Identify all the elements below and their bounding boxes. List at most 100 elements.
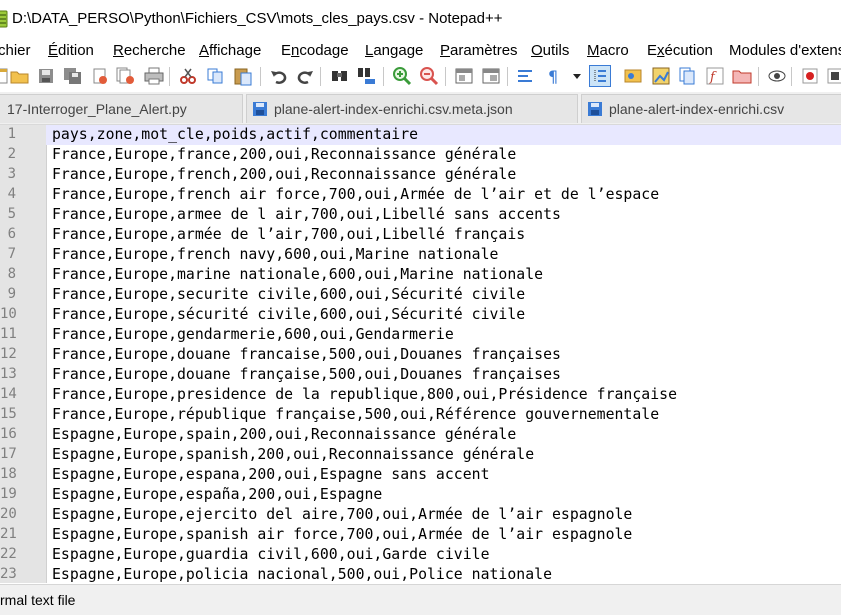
open-file-icon[interactable] bbox=[9, 65, 31, 87]
menu-parametres[interactable]: Paramètres bbox=[440, 42, 518, 59]
zoom-in-icon[interactable] bbox=[391, 65, 413, 87]
print-icon[interactable] bbox=[143, 65, 165, 87]
line-text[interactable]: Espagne,Europe,spain,200,oui,Reconnaissa… bbox=[52, 426, 516, 443]
copy-icon[interactable] bbox=[205, 65, 227, 87]
editor-line[interactable]: 20 Espagne,Europe,ejercito del aire,700,o… bbox=[0, 505, 841, 525]
editor-line[interactable]: 11 France,Europe,gendarmerie,600,oui,Gend… bbox=[0, 325, 841, 345]
close-icon[interactable] bbox=[89, 65, 111, 87]
editor-line[interactable]: 15 France,Europe,république française,500… bbox=[0, 405, 841, 425]
menu-label: dition bbox=[58, 42, 94, 59]
monitor-icon[interactable] bbox=[766, 65, 788, 87]
menu-modules[interactable]: Modules d'extens bbox=[729, 42, 841, 59]
tab-plane-alert-csv[interactable]: plane-alert-index-enrichi.csv bbox=[581, 94, 841, 123]
editor-line[interactable]: 9 France,Europe,securite civile,600,oui,S… bbox=[0, 285, 841, 305]
zoom-out-icon[interactable] bbox=[418, 65, 440, 87]
sync-horizontal-icon[interactable] bbox=[480, 65, 502, 87]
menu-affichage[interactable]: Affichage bbox=[199, 42, 261, 59]
word-wrap-icon[interactable] bbox=[515, 65, 537, 87]
save-icon[interactable] bbox=[35, 65, 57, 87]
tab-label: 17-Interroger_Plane_Alert.py bbox=[7, 101, 187, 117]
line-text[interactable]: France,Europe,marine nationale,600,oui,M… bbox=[52, 266, 543, 283]
editor-line[interactable]: 5 France,Europe,armee de l air,700,oui,Li… bbox=[0, 205, 841, 225]
editor-line[interactable]: 7 France,Europe,french navy,600,oui,Marin… bbox=[0, 245, 841, 265]
line-text[interactable]: France,Europe,presidence de la republiqu… bbox=[52, 386, 677, 403]
line-text[interactable]: France,Europe,french air force,700,oui,A… bbox=[52, 186, 659, 203]
editor-line[interactable]: 16 Espagne,Europe,spain,200,oui,Reconnais… bbox=[0, 425, 841, 445]
undo-icon[interactable] bbox=[268, 65, 290, 87]
line-text[interactable]: France,Europe,french,200,oui,Reconnaissa… bbox=[52, 166, 516, 183]
editor-line[interactable]: 21 Espagne,Europe,spanish air force,700,o… bbox=[0, 525, 841, 545]
show-all-chars-icon[interactable]: ¶ bbox=[542, 65, 564, 87]
status-file-type: rmal text file bbox=[0, 592, 76, 608]
doc-map-icon[interactable] bbox=[650, 65, 672, 87]
editor-line[interactable]: 6 France,Europe,armée de l’air,700,oui,Li… bbox=[0, 225, 841, 245]
menu-outils[interactable]: Outils bbox=[531, 42, 569, 59]
tab-bar: 17-Interroger_Plane_Alert.py plane-alert… bbox=[0, 92, 841, 125]
paste-icon[interactable] bbox=[232, 65, 254, 87]
editor-line[interactable]: 13 France,Europe,douane française,500,oui… bbox=[0, 365, 841, 385]
editor-line[interactable]: 14 France,Europe,presidence de la republi… bbox=[0, 385, 841, 405]
line-text[interactable]: France,Europe,sécurité civile,600,oui,Sé… bbox=[52, 306, 525, 323]
line-text[interactable]: France,Europe,république française,500,o… bbox=[52, 406, 659, 423]
editor-line[interactable]: 1 pays,zone,mot_cle,poids,actif,commentai… bbox=[0, 125, 841, 145]
menu-execution[interactable]: Exécution bbox=[647, 42, 713, 59]
line-text[interactable]: Espagne,Europe,spanish,200,oui,Reconnais… bbox=[52, 446, 534, 463]
doc-list-icon[interactable] bbox=[677, 65, 699, 87]
line-text[interactable]: Espagne,Europe,españa,200,oui,Espagne bbox=[52, 486, 382, 503]
menu-fichier[interactable]: chier bbox=[0, 42, 31, 59]
save-all-icon[interactable] bbox=[62, 65, 84, 87]
menu-encodage[interactable]: Encodage bbox=[281, 42, 349, 59]
line-text[interactable]: Espagne,Europe,ejercito del aire,700,oui… bbox=[52, 506, 632, 523]
editor-line[interactable]: 17 Espagne,Europe,spanish,200,oui,Reconna… bbox=[0, 445, 841, 465]
menu-langage[interactable]: Langage bbox=[365, 42, 423, 59]
editor-line[interactable]: 18 Espagne,Europe,espana,200,oui,Espagne … bbox=[0, 465, 841, 485]
close-all-icon[interactable] bbox=[115, 65, 137, 87]
replace-icon[interactable] bbox=[356, 65, 378, 87]
notepad-plus-plus-icon bbox=[0, 10, 8, 28]
editor-line[interactable]: 19 Espagne,Europe,españa,200,oui,Espagne bbox=[0, 485, 841, 505]
line-text[interactable]: France,Europe,douane francaise,500,oui,D… bbox=[52, 346, 561, 363]
menu-label: utils bbox=[542, 42, 570, 59]
line-text[interactable]: Espagne,Europe,guardia civil,600,oui,Gar… bbox=[52, 546, 490, 563]
line-text[interactable]: Espagne,Europe,policia nacional,500,oui,… bbox=[52, 566, 552, 583]
record-macro-icon[interactable] bbox=[799, 65, 821, 87]
editor-line[interactable]: 3 France,Europe,french,200,oui,Reconnaiss… bbox=[0, 165, 841, 185]
line-text[interactable]: France,Europe,armée de l’air,700,oui,Lib… bbox=[52, 226, 525, 243]
line-number: 4 bbox=[7, 186, 16, 202]
line-text[interactable]: Espagne,Europe,espana,200,oui,Espagne sa… bbox=[52, 466, 490, 483]
editor-line[interactable]: 4 France,Europe,french air force,700,oui,… bbox=[0, 185, 841, 205]
line-number: 5 bbox=[7, 206, 16, 222]
tab-interroger-plane-alert[interactable]: 17-Interroger_Plane_Alert.py bbox=[0, 94, 243, 123]
redo-icon[interactable] bbox=[294, 65, 316, 87]
menu-mnemonic: R bbox=[113, 42, 124, 59]
menu-recherche[interactable]: Recherche bbox=[113, 42, 186, 59]
editor-line[interactable]: 2 France,Europe,france,200,oui,Reconnaiss… bbox=[0, 145, 841, 165]
udl-icon[interactable] bbox=[622, 65, 644, 87]
find-icon[interactable] bbox=[329, 65, 351, 87]
line-text[interactable]: pays,zone,mot_cle,poids,actif,commentair… bbox=[52, 126, 418, 143]
menu-macro[interactable]: Macro bbox=[587, 42, 629, 59]
editor-line[interactable]: 23 Espagne,Europe,policia nacional,500,ou… bbox=[0, 565, 841, 583]
line-text[interactable]: France,Europe,french navy,600,oui,Marine… bbox=[52, 246, 498, 263]
line-text[interactable]: France,Europe,securite civile,600,oui,Sé… bbox=[52, 286, 525, 303]
line-text[interactable]: Espagne,Europe,spanish air force,700,oui… bbox=[52, 526, 632, 543]
line-text[interactable]: France,Europe,gendarmerie,600,oui,Gendar… bbox=[52, 326, 454, 343]
line-text[interactable]: France,Europe,france,200,oui,Reconnaissa… bbox=[52, 146, 516, 163]
line-text[interactable]: France,Europe,armee de l air,700,oui,Lib… bbox=[52, 206, 561, 223]
line-text[interactable]: France,Europe,douane française,500,oui,D… bbox=[52, 366, 561, 383]
tab-plane-alert-meta-json[interactable]: plane-alert-index-enrichi.csv.meta.json bbox=[246, 94, 578, 123]
menu-edition[interactable]: Édition bbox=[48, 42, 94, 59]
editor-area[interactable]: 1 pays,zone,mot_cle,poids,actif,commentai… bbox=[0, 125, 841, 583]
editor-line[interactable]: 8 France,Europe,marine nationale,600,oui,… bbox=[0, 265, 841, 285]
editor-line[interactable]: 10 France,Europe,sécurité civile,600,oui,… bbox=[0, 305, 841, 325]
folder-workspace-icon[interactable] bbox=[731, 65, 753, 87]
dropdown-icon[interactable] bbox=[566, 65, 588, 87]
function-list-icon[interactable]: f bbox=[704, 65, 726, 87]
editor-line[interactable]: 12 France,Europe,douane francaise,500,oui… bbox=[0, 345, 841, 365]
cut-icon[interactable] bbox=[177, 65, 199, 87]
sync-vertical-icon[interactable] bbox=[453, 65, 475, 87]
editor-line[interactable]: 22 Espagne,Europe,guardia civil,600,oui,G… bbox=[0, 545, 841, 565]
indent-guide-icon[interactable] bbox=[589, 65, 611, 87]
menu-mnemonic: É bbox=[48, 42, 59, 59]
stop-record-icon[interactable] bbox=[824, 65, 841, 87]
